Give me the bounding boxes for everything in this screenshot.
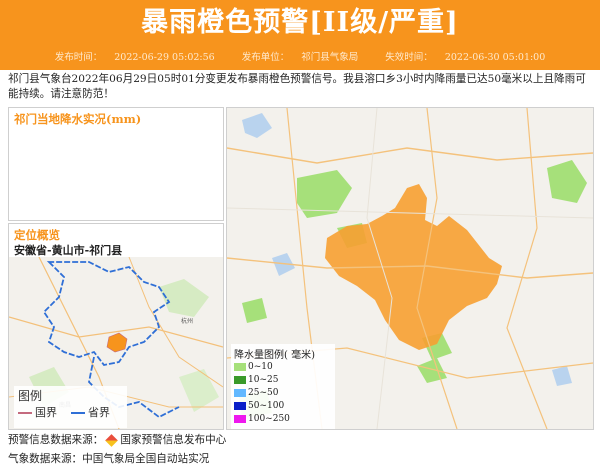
issuer-label: 发布单位：	[241, 52, 290, 63]
mini-legend-items: 国界 省界	[18, 404, 123, 420]
rain-legend-title: 降水量图例( 毫米)	[234, 350, 315, 361]
mini-map-legend: 图例 国界 省界	[14, 386, 127, 428]
warning-source: 预警信息数据来源： 国家预警信息发布中心	[8, 433, 226, 447]
publish-time-value: 2022-06-29 05:02:56	[114, 52, 215, 63]
weather-source-value: 中国气象局全国自动站实况	[82, 453, 210, 465]
realtime-precip-title: 祁门当地降水实况(mm)	[14, 112, 142, 126]
rain-legend-row: 10~25	[234, 374, 332, 387]
expire-time-value: 2022-06-30 05:01:00	[444, 52, 546, 63]
rain-swatch	[234, 414, 246, 423]
rain-swatch	[234, 375, 246, 384]
rain-legend-row: 0~10	[234, 361, 332, 374]
province-border-swatch	[71, 412, 85, 414]
issuer: 发布单位： 祁门县气象局	[236, 52, 365, 63]
rain-legend-row: 50~100	[234, 400, 332, 413]
province-border-label: 省界	[88, 406, 110, 419]
expire-time: 失效时间： 2022-06-30 05:01:00	[379, 52, 551, 63]
warning-source-value: 国家预警信息发布中心	[120, 434, 227, 446]
weather-source: 气象数据来源：中国气象局全国自动站实况	[8, 452, 209, 466]
rain-label: 0~10	[248, 362, 273, 372]
location-panel: 定位概览 安徽省-黄山市-祁门县 杭州 南昌 图例 国界 省界	[8, 223, 224, 430]
rain-label: 50~100	[248, 401, 285, 411]
map-label-hangzhou: 杭州	[181, 317, 193, 325]
rain-legend-row: 25~50	[234, 387, 332, 400]
warning-meta: 发布时间： 2022-06-29 05:02:56 发布单位： 祁门县气象局 失效时…	[0, 50, 600, 66]
warning-center-logo-icon	[105, 433, 119, 447]
weather-source-label: 气象数据来源：	[8, 453, 83, 465]
rain-label: 10~25	[248, 375, 279, 385]
warning-title: 暴雨橙色预警[II级/严重]	[141, 7, 459, 38]
rain-legend-row: 100~250	[234, 413, 332, 426]
rain-swatch	[234, 388, 246, 397]
national-border-swatch	[18, 412, 32, 414]
publish-time: 发布时间： 2022-06-29 05:02:56	[49, 52, 221, 63]
rain-label: 25~50	[248, 388, 279, 398]
warning-description: 祁门县气象台2022年06月29日05时01分变更发布暴雨橙色预警信号。我县溶口…	[8, 73, 586, 100]
location-text: 安徽省-黄山市-祁门县	[14, 244, 123, 257]
warning-map-panel: 降水量图例( 毫米) 0~10 10~25 25~50 50~100 100~2…	[226, 107, 594, 430]
warning-source-label: 预警信息数据来源：	[8, 434, 104, 446]
publish-time-label: 发布时间：	[54, 52, 103, 63]
national-border-label: 国界	[35, 406, 57, 419]
rain-swatch	[234, 362, 246, 371]
realtime-precip-panel: 祁门当地降水实况(mm)	[8, 107, 224, 221]
mini-legend-title: 图例	[18, 389, 43, 403]
rain-legend: 降水量图例( 毫米) 0~10 10~25 25~50 50~100 100~2…	[231, 344, 335, 429]
expire-time-label: 失效时间：	[385, 52, 433, 63]
warning-header: 暴雨橙色预警[II级/严重] 发布时间： 2022-06-29 05:02:56 …	[0, 0, 600, 70]
rain-swatch	[234, 401, 246, 410]
location-title: 定位概览	[14, 228, 60, 242]
rain-label: 100~250	[248, 414, 290, 424]
issuer-value: 祁门县气象局	[301, 52, 359, 63]
